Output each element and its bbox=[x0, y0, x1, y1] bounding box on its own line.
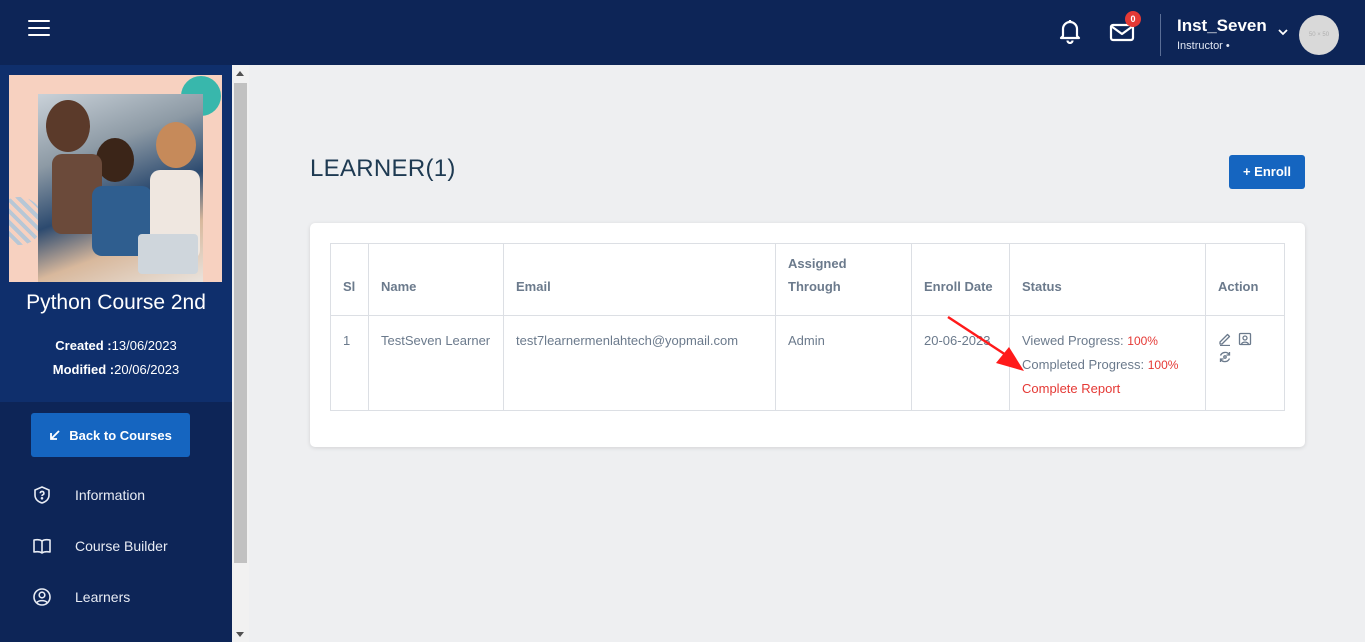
created-value: 13/06/2023 bbox=[111, 338, 177, 353]
cell-action bbox=[1205, 315, 1285, 411]
completed-progress: Completed Progress: 100% bbox=[1022, 353, 1193, 377]
course-thumbnail-image bbox=[9, 75, 222, 282]
column-header-enroll-date: Enroll Date bbox=[911, 243, 1010, 316]
sidebar-item-label: Course Builder bbox=[75, 538, 168, 554]
modified-value: 20/06/2023 bbox=[114, 362, 180, 377]
sidebar-item-label: Learners bbox=[75, 589, 131, 605]
column-header-sl: Sl bbox=[330, 243, 369, 316]
user-role: Instructor • bbox=[1177, 40, 1230, 52]
created-label: Created : bbox=[55, 338, 112, 353]
completed-progress-value: 100% bbox=[1147, 358, 1179, 372]
viewed-progress-value: 100% bbox=[1127, 334, 1158, 348]
sidebar-item-label: Information bbox=[75, 487, 146, 503]
sidebar-scrollbar[interactable] bbox=[232, 65, 249, 642]
cell-sl: 1 bbox=[330, 315, 369, 411]
enroll-button[interactable]: + Enroll bbox=[1229, 155, 1305, 189]
book-icon bbox=[33, 538, 51, 554]
arrow-down-left-icon bbox=[50, 430, 60, 440]
learners-table: Sl Name Email Assigned Through Enroll Da… bbox=[330, 243, 1285, 411]
top-navbar: 0 Inst_Seven Instructor • 50 × 50 bbox=[0, 0, 1365, 65]
sidebar-item-learners[interactable]: Learners bbox=[0, 579, 232, 615]
page-title: LEARNER(1) bbox=[310, 155, 456, 182]
menu-toggle-icon[interactable] bbox=[28, 20, 50, 36]
scroll-thumb[interactable] bbox=[234, 83, 247, 563]
notification-count-badge: 0 bbox=[1125, 11, 1141, 27]
user-circle-icon bbox=[33, 588, 51, 606]
table-header-row: Sl Name Email Assigned Through Enroll Da… bbox=[330, 243, 1285, 316]
column-header-assigned-through: Assigned Through bbox=[775, 243, 912, 316]
user-profile-icon[interactable] bbox=[1238, 332, 1252, 346]
sidebar: Python Course 2nd Created :13/06/2023 Mo… bbox=[0, 65, 232, 642]
column-header-action: Action bbox=[1205, 243, 1285, 316]
learners-card: Sl Name Email Assigned Through Enroll Da… bbox=[310, 223, 1305, 447]
sidebar-item-course-builder[interactable]: Course Builder bbox=[0, 528, 232, 564]
course-summary: Python Course 2nd Created :13/06/2023 Mo… bbox=[0, 65, 232, 402]
column-header-email: Email bbox=[503, 243, 776, 316]
back-to-courses-button[interactable]: Back to Courses bbox=[31, 413, 190, 457]
viewed-progress: Viewed Progress: 100% bbox=[1022, 329, 1193, 353]
back-to-courses-label: Back to Courses bbox=[69, 427, 172, 443]
avatar[interactable]: 50 × 50 bbox=[1299, 15, 1339, 55]
scroll-down-icon[interactable] bbox=[236, 632, 244, 637]
bell-icon[interactable] bbox=[1058, 18, 1082, 44]
cell-name: TestSeven Learner bbox=[368, 315, 504, 411]
course-modified-date: Modified :20/06/2023 bbox=[0, 362, 232, 377]
cell-status: Viewed Progress: 100% Completed Progress… bbox=[1009, 315, 1206, 411]
header-divider bbox=[1160, 14, 1161, 56]
table-row: 1 TestSeven Learner test7learnermenlahte… bbox=[330, 315, 1285, 411]
shield-question-icon bbox=[34, 486, 50, 504]
viewed-progress-label: Viewed Progress: bbox=[1022, 333, 1128, 348]
sidebar-item-information[interactable]: Information bbox=[0, 477, 232, 513]
chevron-down-icon[interactable] bbox=[1276, 27, 1290, 37]
user-name[interactable]: Inst_Seven bbox=[1177, 16, 1267, 36]
column-header-status: Status bbox=[1009, 243, 1206, 316]
cell-email: test7learnermenlahtech@yopmail.com bbox=[503, 315, 776, 411]
modified-label: Modified : bbox=[52, 362, 115, 377]
course-title: Python Course 2nd bbox=[26, 291, 206, 314]
refresh-icon[interactable] bbox=[1218, 350, 1232, 364]
completed-progress-label: Completed Progress: bbox=[1022, 357, 1148, 372]
column-header-name: Name bbox=[368, 243, 504, 316]
scroll-up-icon[interactable] bbox=[236, 71, 244, 76]
course-created-date: Created :13/06/2023 bbox=[0, 338, 232, 353]
complete-report-link[interactable]: Complete Report bbox=[1022, 377, 1193, 400]
cell-assigned-through: Admin bbox=[775, 315, 912, 411]
annotation-arrow-icon bbox=[947, 315, 1024, 371]
edit-icon[interactable] bbox=[1218, 332, 1232, 346]
